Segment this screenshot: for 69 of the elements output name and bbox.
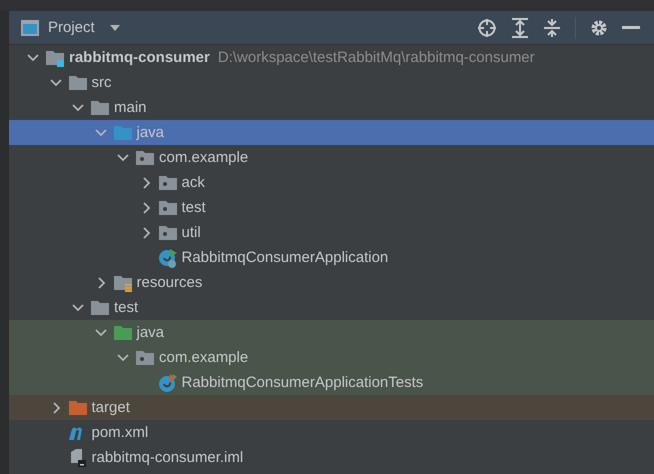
tree-item-label: ack <box>182 174 205 191</box>
minimize-icon[interactable] <box>622 26 640 30</box>
tree-row[interactable]: pom.xml <box>9 420 654 445</box>
tree-item-label: rabbitmq-consumer.iml <box>92 449 244 466</box>
tree-row[interactable]: util <box>9 220 654 245</box>
crosshair-icon[interactable] <box>477 18 497 38</box>
panel-title[interactable]: Project <box>48 19 95 36</box>
settings-icon[interactable] <box>590 18 608 36</box>
module-path: D:\workspace\testRabbitMq\rabbitmq-consumer <box>218 49 535 66</box>
chevron-right-icon[interactable] <box>140 176 150 190</box>
chevron-right-icon[interactable] <box>50 400 60 414</box>
spring-class-icon <box>158 248 178 268</box>
chevron-down-icon[interactable] <box>116 152 130 162</box>
tree-item-label: target <box>92 399 130 416</box>
folder-icon <box>68 398 88 416</box>
folder-icon <box>112 324 132 342</box>
tree-row[interactable]: resources <box>9 270 654 295</box>
tree-row[interactable]: ack <box>9 170 654 195</box>
tree-row[interactable]: test <box>9 195 654 220</box>
tree-item-label: main <box>114 99 147 116</box>
package-icon <box>158 224 178 242</box>
tree-item-label: com.example <box>159 149 248 166</box>
tree-item-label: resources <box>136 274 202 291</box>
tree-item-label: pom.xml <box>92 424 148 441</box>
module-folder-icon <box>45 48 65 66</box>
resources-folder-icon <box>112 274 132 292</box>
tree-row[interactable]: RabbitmqConsumerApplication <box>9 245 654 270</box>
tree-row[interactable]: rabbitmq-consumer D:\workspace\testRabbitMq\rabbitmq-consumer <box>9 45 654 70</box>
tree-row[interactable]: target <box>9 395 654 420</box>
chevron-down-icon[interactable] <box>116 352 130 362</box>
chevron-down-icon[interactable] <box>48 78 62 88</box>
caret-icon[interactable] <box>108 24 121 32</box>
chevron-down-icon[interactable] <box>26 52 40 62</box>
tree-row[interactable]: rabbitmq-consumer.iml <box>9 445 654 470</box>
chevron-right-icon[interactable] <box>96 276 106 290</box>
tree-item-label: RabbitmqConsumerApplication <box>182 249 388 266</box>
package-icon <box>158 174 178 192</box>
tree-row[interactable]: java <box>9 320 654 345</box>
tree-item-label: com.example <box>159 349 248 366</box>
tree-item-label: test <box>182 199 206 216</box>
tree-row[interactable]: src <box>9 70 654 95</box>
tree-item-label: java <box>136 124 164 141</box>
chevron-down-icon[interactable] <box>71 302 85 312</box>
expand-all-icon[interactable] <box>511 18 529 38</box>
tree-row[interactable]: main <box>9 95 654 120</box>
folder-icon <box>90 98 110 116</box>
tree-item-label: test <box>114 299 138 316</box>
package-icon <box>135 148 155 166</box>
tree-item-label: src <box>92 74 112 91</box>
collapse-all-icon[interactable] <box>543 18 561 38</box>
test-class-icon <box>158 372 178 392</box>
package-icon <box>158 198 178 216</box>
tree-row[interactable]: com.example <box>9 145 654 170</box>
window-icon <box>20 18 40 36</box>
folder-icon <box>68 74 88 92</box>
tree-item-label: RabbitmqConsumerApplicationTests <box>182 374 424 391</box>
tree-item-label: util <box>182 224 201 241</box>
tree-row[interactable]: test <box>9 295 654 320</box>
tree-item-label: java <box>136 324 164 341</box>
folder-icon <box>90 298 110 316</box>
chevron-right-icon[interactable] <box>140 226 150 240</box>
tree-item-label: rabbitmq-consumer <box>69 49 210 66</box>
chevron-right-icon[interactable] <box>140 200 150 214</box>
tree-row[interactable]: RabbitmqConsumerApplicationTests <box>9 370 654 395</box>
tree-row[interactable]: com.example <box>9 345 654 370</box>
folder-icon <box>112 124 132 142</box>
package-icon <box>135 348 155 366</box>
chevron-down-icon[interactable] <box>71 102 85 112</box>
chevron-down-icon[interactable] <box>94 328 108 338</box>
